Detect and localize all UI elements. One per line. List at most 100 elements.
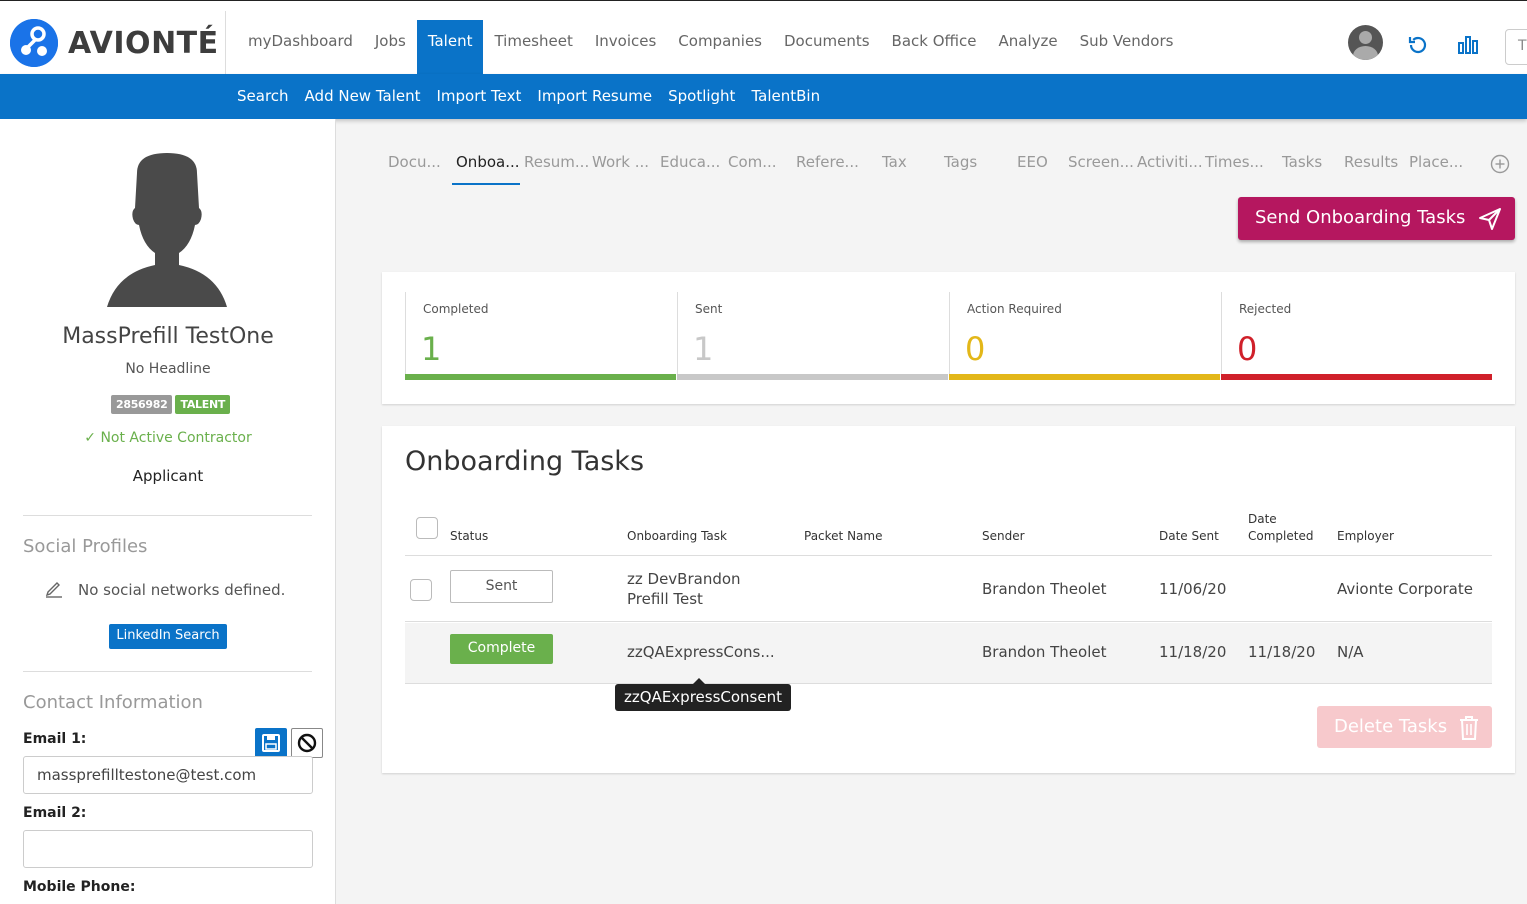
avionte-logo[interactable]: AVIONTÉ (10, 19, 219, 67)
tab-activities[interactable]: Activiti... (1137, 153, 1203, 171)
edit-pencil-icon[interactable] (44, 578, 64, 602)
task-date-completed: 11/18/20 (1248, 643, 1316, 661)
stat-label: Rejected (1239, 302, 1292, 316)
stat-action-required[interactable]: Action Required 0 (949, 292, 1220, 380)
stat-value: 1 (693, 330, 714, 368)
task-name[interactable]: zzQAExpressCons... (627, 643, 775, 661)
task-name-line2: Prefill Test (627, 590, 703, 608)
task-sender: Brandon Theolet (982, 580, 1107, 598)
stat-bar (1221, 374, 1492, 380)
analytics-chart-icon[interactable] (1456, 33, 1480, 57)
select-all-checkbox[interactable] (416, 517, 438, 539)
column-header-date-sent[interactable]: Date Sent (1159, 529, 1219, 543)
email2-field[interactable] (23, 830, 313, 868)
column-header-date-completed[interactable]: Date Completed (1248, 512, 1313, 543)
talent-id-badge: 2856982 (111, 395, 173, 414)
subnav-spotlight[interactable]: Spotlight (668, 87, 735, 105)
tab-tax[interactable]: Tax (882, 153, 907, 171)
tab-tasks[interactable]: Tasks (1282, 153, 1322, 171)
tab-placements[interactable]: Place... (1409, 153, 1463, 171)
contractor-status-label: Not Active Contractor (100, 430, 252, 446)
checkmark-icon: ✓ (84, 430, 96, 446)
subnav-import-resume[interactable]: Import Resume (537, 87, 652, 105)
social-profiles-title: Social Profiles (23, 536, 148, 557)
refresh-icon[interactable] (1406, 33, 1430, 57)
nav-item-talent[interactable]: Talent (416, 20, 484, 75)
tab-references[interactable]: Refere... (796, 153, 859, 171)
nav-item-mydashboard[interactable]: myDashboard (237, 20, 364, 75)
tab-resume[interactable]: Resum... (524, 153, 589, 171)
task-date-sent: 11/18/20 (1159, 643, 1227, 661)
stat-label: Action Required (967, 302, 1062, 316)
table-row[interactable]: Complete zzQAExpressCons... Brandon Theo… (405, 623, 1492, 684)
tab-education[interactable]: Educa... (660, 153, 720, 171)
tab-comments[interactable]: Com... (728, 153, 777, 171)
tab-timesheets[interactable]: Times... (1205, 153, 1264, 171)
subnav-import-text[interactable]: Import Text (437, 87, 522, 105)
add-tab-icon[interactable] (1490, 154, 1510, 174)
column-header-onboarding-task[interactable]: Onboarding Task (627, 529, 727, 543)
paper-plane-icon (1479, 208, 1501, 230)
nav-item-documents[interactable]: Documents (773, 20, 881, 75)
contractor-status: ✓ Not Active Contractor (0, 430, 336, 446)
subnav-search[interactable]: Search (237, 87, 289, 105)
save-icon[interactable] (255, 728, 287, 758)
nav-item-back-office[interactable]: Back Office (881, 20, 988, 75)
tab-work-history[interactable]: Work ... (592, 153, 649, 171)
status-complete-button[interactable]: Complete (450, 634, 553, 664)
email2-label: Email 2: (23, 805, 87, 821)
send-onboarding-tasks-button[interactable]: Send Onboarding Tasks (1238, 197, 1515, 240)
email1-field[interactable]: massprefilltestone@test.com (23, 756, 313, 794)
column-header-employer[interactable]: Employer (1337, 529, 1394, 543)
stat-sent[interactable]: Sent 1 (677, 292, 948, 380)
nav-item-sub-vendors[interactable]: Sub Vendors (1069, 20, 1185, 75)
task-name-line1: zz DevBrandon (627, 570, 741, 588)
stat-bar (405, 374, 676, 380)
talent-profile-sidebar: MassPrefill TestOne No Headline 2856982 … (0, 119, 336, 904)
user-avatar[interactable] (1348, 25, 1383, 60)
tab-documents[interactable]: Docu... (388, 153, 441, 171)
cancel-edit-icon[interactable] (291, 728, 323, 758)
delete-tasks-button[interactable]: Delete Tasks (1317, 706, 1492, 748)
divider (23, 515, 312, 516)
subnav-add-new-talent[interactable]: Add New Talent (305, 87, 421, 105)
logo-text: AVIONTÉ (68, 25, 219, 61)
tab-tags[interactable]: Tags (944, 153, 977, 171)
active-tab-indicator (452, 183, 520, 185)
status-sent-button[interactable]: Sent (450, 570, 553, 603)
send-onboarding-tasks-label: Send Onboarding Tasks (1255, 207, 1466, 228)
profile-placeholder-avatar-icon (107, 153, 227, 307)
social-empty-text: No social networks defined. (78, 581, 286, 599)
nav-item-analyze[interactable]: Analyze (988, 20, 1069, 75)
tab-onboarding[interactable]: Onboa... (456, 153, 520, 171)
tab-screening[interactable]: Screen... (1068, 153, 1134, 171)
stat-rejected[interactable]: Rejected 0 (1221, 292, 1492, 380)
onboarding-tasks-card: Onboarding Tasks Status Onboarding Task … (382, 426, 1515, 773)
column-header-packet-name[interactable]: Packet Name (804, 529, 882, 543)
linkedin-search-button[interactable]: LinkedIn Search (109, 624, 227, 649)
nav-item-companies[interactable]: Companies (667, 20, 773, 75)
onboarding-tasks-title: Onboarding Tasks (405, 446, 645, 477)
task-name: zz DevBrandon Prefill Test (627, 569, 741, 609)
tab-eeo[interactable]: EEO (1017, 153, 1048, 171)
stat-value: 0 (965, 330, 986, 368)
column-header-sender[interactable]: Sender (982, 529, 1025, 543)
top-navigation-bar: AVIONTÉ myDashboard Jobs Talent Timeshee… (0, 0, 1527, 75)
column-header-date-completed-line1: Date (1248, 512, 1277, 526)
stat-completed[interactable]: Completed 1 (405, 292, 676, 380)
nav-item-invoices[interactable]: Invoices (584, 20, 667, 75)
row-checkbox[interactable] (410, 579, 432, 601)
trash-icon (1460, 716, 1478, 740)
tab-results[interactable]: Results (1344, 153, 1398, 171)
divider (23, 671, 312, 672)
table-row[interactable]: Sent zz DevBrandon Prefill Test Brandon … (405, 556, 1492, 622)
nav-item-jobs[interactable]: Jobs (364, 20, 417, 75)
subnav-talentbin[interactable]: TalentBin (751, 87, 820, 105)
global-search-input[interactable]: T (1505, 29, 1527, 65)
stat-value: 1 (421, 330, 442, 368)
onboarding-stats-panel: Completed 1 Sent 1 Action Required 0 Rej… (382, 272, 1515, 404)
column-header-status[interactable]: Status (450, 529, 488, 543)
stat-bar (949, 374, 1220, 380)
task-employer: Avionte Corporate (1337, 580, 1473, 598)
nav-item-timesheet[interactable]: Timesheet (483, 20, 583, 75)
